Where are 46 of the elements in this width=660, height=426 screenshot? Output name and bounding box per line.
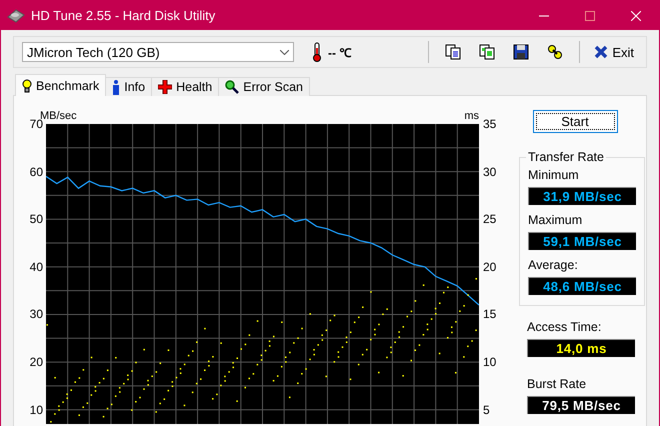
lightbulb-icon <box>22 78 32 92</box>
start-button[interactable]: Start <box>532 110 618 133</box>
cross-icon <box>158 80 172 94</box>
magnifier-icon <box>225 80 240 94</box>
axis-tick-label: 25 <box>483 213 496 226</box>
thermometer-icon <box>312 42 322 62</box>
axis-tick-label: 30 <box>30 308 43 320</box>
tab[interactable]: Health <box>151 77 220 96</box>
axis-tick-label: 50 <box>30 213 43 226</box>
info-icon <box>112 80 120 94</box>
axis-tick-label: 10 <box>483 356 496 368</box>
axis-tick-label: 20 <box>30 356 43 368</box>
reading-label: Average: <box>528 258 579 272</box>
axis-tick-label: 5 <box>483 404 490 416</box>
reading-value: 48,6 MB/sec <box>528 277 636 295</box>
axis-tick-label: 40 <box>30 260 43 273</box>
exit-button[interactable]: Exit <box>590 40 638 64</box>
chevron-down-icon <box>280 50 289 54</box>
window-title: HD Tune 2.55 - Hard Disk Utility <box>31 8 216 23</box>
reading-label: Minimum <box>528 168 580 182</box>
axis-tick-label: 35 <box>483 118 496 130</box>
reading-label: Access Time: <box>527 320 602 334</box>
axis-tick-label: 60 <box>30 166 43 178</box>
axis-tick-label: 70 <box>30 118 43 130</box>
temperature-reading: -- ℃ <box>328 44 352 60</box>
axis-tick-label: 15 <box>483 308 496 320</box>
reading-value: 31,9 MB/sec <box>528 187 636 205</box>
reading-label: Maximum <box>528 213 584 227</box>
axis-tick-label: 10 <box>30 404 43 416</box>
copy-image-icon <box>479 44 496 60</box>
drive-dropdown[interactable]: JMicron Tech (120 GB) <box>22 42 294 62</box>
tab[interactable]: Error Scan <box>218 77 310 96</box>
close-icon <box>594 45 608 59</box>
reading-value: 14,0 ms <box>527 339 635 357</box>
axis-unit: ms <box>464 110 479 122</box>
axis-tick-label: 30 <box>483 166 496 178</box>
group-title: Transfer Rate <box>526 150 606 164</box>
reading-value: 59,1 MB/sec <box>528 232 636 250</box>
tab[interactable]: Info <box>105 77 152 96</box>
copy-icon <box>445 44 462 60</box>
maximize-icon <box>585 10 595 20</box>
reading-label: Burst Rate <box>527 377 588 391</box>
tab[interactable]: Benchmark <box>15 74 106 96</box>
close-icon <box>631 10 641 20</box>
reading-value: 79,5 MB/sec <box>527 396 635 414</box>
axis-tick-label: 20 <box>483 260 496 273</box>
